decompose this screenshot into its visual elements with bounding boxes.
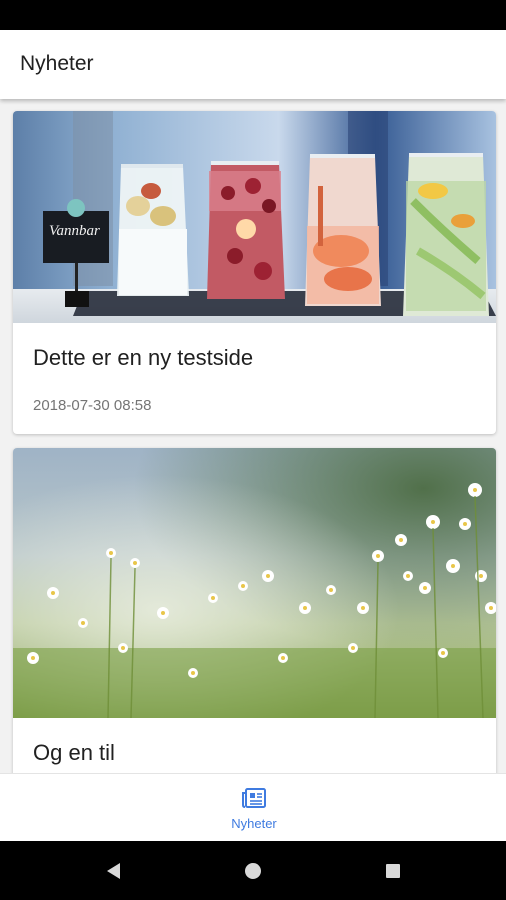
- article-image: [13, 448, 496, 718]
- article-image: Vannbar: [13, 111, 496, 323]
- svg-text:Vannbar: Vannbar: [49, 223, 100, 239]
- jar-1: [117, 164, 189, 296]
- article-title[interactable]: Dette er en ny testside: [33, 345, 253, 371]
- newspaper-icon: [242, 788, 266, 808]
- back-icon[interactable]: [104, 861, 124, 881]
- news-list[interactable]: Vannbar Dette er en ny testside 2018-07-…: [0, 99, 506, 773]
- bottom-navigation: Nyheter: [0, 773, 506, 841]
- page-title: Nyheter: [20, 52, 94, 75]
- nav-label-nyheter: Nyheter: [231, 816, 277, 831]
- jar-4: [403, 153, 489, 316]
- news-card[interactable]: Og en til: [13, 448, 496, 773]
- nav-item-nyheter[interactable]: Nyheter: [213, 774, 293, 842]
- home-icon[interactable]: [243, 861, 263, 881]
- jar-2: [207, 161, 285, 299]
- system-navigation-bar: [0, 841, 506, 900]
- status-bar: [0, 0, 506, 30]
- article-title[interactable]: Og en til: [33, 740, 115, 766]
- jar-3: [305, 154, 381, 306]
- article-date: 2018-07-30 08:58: [33, 397, 152, 414]
- app-bar: Nyheter: [0, 30, 506, 99]
- news-card[interactable]: Vannbar Dette er en ny testside 2018-07-…: [13, 111, 496, 434]
- recents-icon[interactable]: [383, 861, 403, 881]
